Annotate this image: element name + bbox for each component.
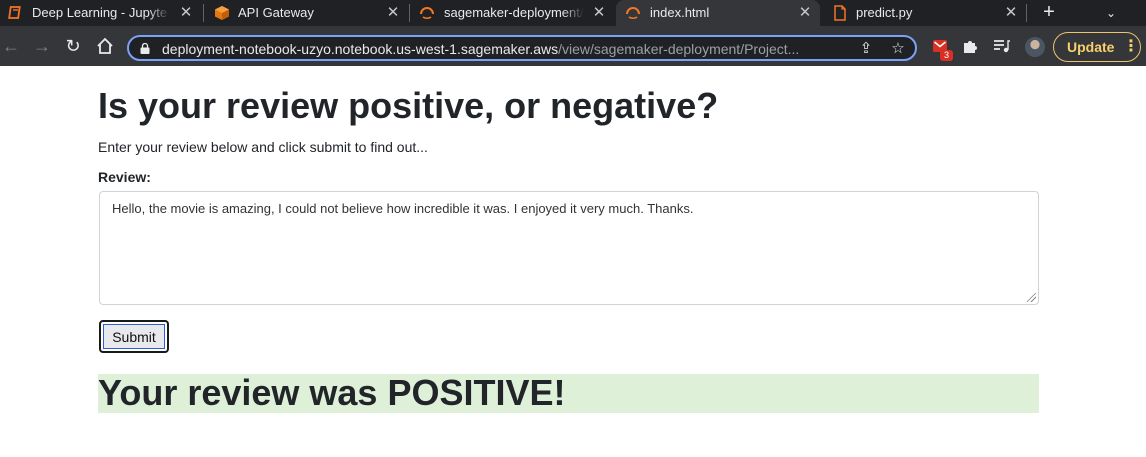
reload-button[interactable]: ↻ <box>63 36 83 56</box>
back-button[interactable]: ← <box>1 36 21 56</box>
media-control-icon[interactable] <box>992 36 1012 56</box>
tab-strip: Deep Learning - Jupyter ✕ API Gateway ✕ … <box>0 0 1146 26</box>
tab-predict-py[interactable]: predict.py ✕ <box>822 0 1026 26</box>
file-icon <box>834 5 846 21</box>
close-icon[interactable]: ✕ <box>177 3 195 23</box>
tab-deep-learning[interactable]: Deep Learning - Jupyter ✕ <box>0 0 202 26</box>
update-label: Update <box>1067 39 1115 55</box>
url-path: /view/sagemaker-deployment/Project... <box>558 41 800 57</box>
result-text: Your review was POSITIVE! <box>98 372 566 413</box>
forward-button[interactable]: → <box>32 36 52 56</box>
page-description: Enter your review below and click submit… <box>98 139 428 155</box>
submit-button[interactable]: Submit <box>99 320 169 353</box>
extension-badge: 3 <box>940 50 953 61</box>
playlist-icon <box>994 40 1010 53</box>
more-menu-icon[interactable]: ⋮ <box>1123 36 1139 58</box>
profile-avatar[interactable] <box>1025 37 1045 57</box>
update-button[interactable]: Update ⋮ <box>1053 32 1141 62</box>
tab-index-html[interactable]: index.html ✕ <box>616 0 820 26</box>
tab-api-gateway[interactable]: API Gateway ✕ <box>204 0 408 26</box>
aws-cube-icon <box>215 6 229 20</box>
close-icon[interactable]: ✕ <box>384 3 402 23</box>
url-text[interactable]: deployment-notebook-uzyo.notebook.us-wes… <box>162 40 852 58</box>
home-button[interactable] <box>95 36 115 56</box>
review-label: Review: <box>98 169 151 185</box>
puzzle-icon[interactable] <box>960 36 980 56</box>
tab-title: API Gateway <box>238 5 314 20</box>
home-icon <box>97 37 113 54</box>
close-icon[interactable]: ✕ <box>796 3 814 23</box>
tab-sagemaker-deployment[interactable]: sagemaker-deployment/ ✕ <box>410 0 614 26</box>
jupyter-spinner-icon <box>626 7 640 19</box>
star-icon[interactable]: ☆ <box>889 40 907 58</box>
resize-handle[interactable] <box>1027 293 1036 302</box>
tab-title: index.html <box>650 5 710 20</box>
new-tab-button[interactable]: + <box>1038 2 1060 24</box>
tab-title: predict.py <box>856 5 913 20</box>
tab-divider <box>1026 4 1027 22</box>
close-icon[interactable]: ✕ <box>590 3 608 23</box>
lock-icon <box>140 43 150 54</box>
review-textarea[interactable]: Hello, the movie is amazing, I could not… <box>99 191 1039 305</box>
tab-title-fade <box>562 4 584 22</box>
jupyter-book-icon <box>8 6 21 19</box>
review-text: Hello, the movie is amazing, I could not… <box>112 201 694 216</box>
url-host: deployment-notebook-uzyo.notebook.us-wes… <box>162 41 559 57</box>
browser-toolbar: ← → ↻ deployment-notebook-uzyo.notebook.… <box>0 26 1146 66</box>
tab-title-fade <box>148 4 170 22</box>
chevron-down-icon[interactable]: ⌄ <box>1100 2 1122 24</box>
address-bar[interactable]: deployment-notebook-uzyo.notebook.us-wes… <box>127 35 917 61</box>
share-icon[interactable]: ⇪ <box>857 40 875 58</box>
close-icon[interactable]: ✕ <box>1002 3 1020 23</box>
page-title: Is your review positive, or negative? <box>98 85 719 126</box>
result-banner: Your review was POSITIVE! <box>98 372 1039 413</box>
extensions-icon <box>964 41 977 53</box>
jupyter-spinner-icon <box>420 7 434 19</box>
